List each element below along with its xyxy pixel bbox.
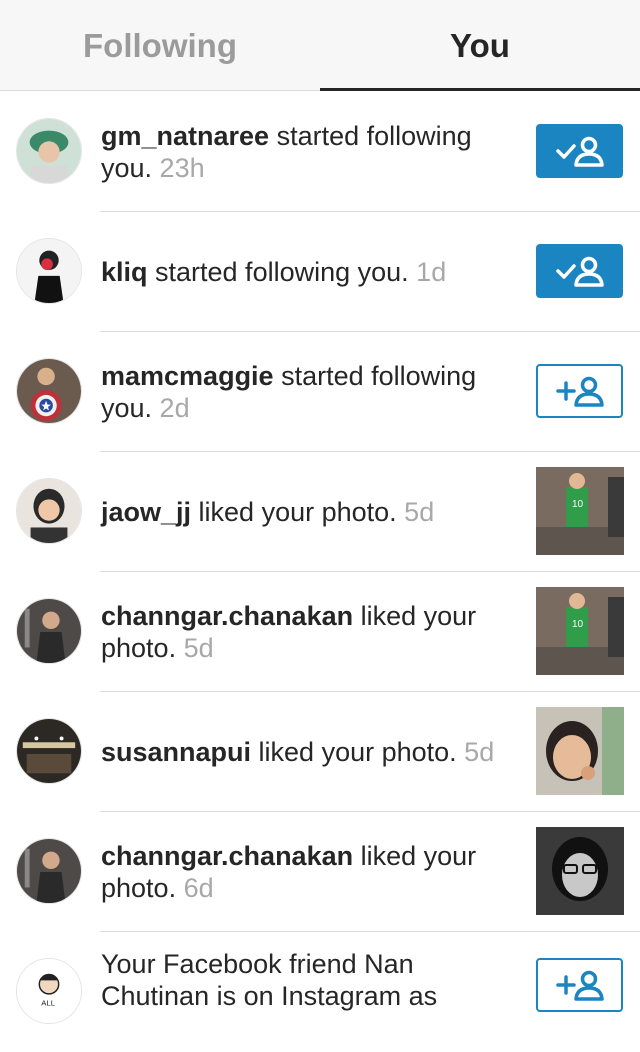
following-button[interactable] [536, 244, 623, 298]
notification-row[interactable]: kliq started following you. 1d [0, 212, 640, 332]
liked-photo-thumbnail[interactable]: 10 [536, 587, 624, 675]
person-plus-icon [555, 970, 604, 1001]
avatar-caption: ALL [41, 999, 55, 1008]
username-link[interactable]: susannapui [101, 737, 251, 767]
notification-row[interactable]: channgar.chanakan liked your photo. 6d [0, 812, 640, 932]
following-button[interactable] [536, 124, 623, 178]
username-link[interactable]: jaow_jj [101, 497, 191, 527]
avatar[interactable] [16, 478, 82, 544]
notification-text: channgar.chanakan liked your photo. 6d [101, 841, 477, 903]
liked-photo-thumbnail[interactable] [536, 827, 624, 915]
avatar[interactable] [16, 598, 82, 664]
timestamp: 5d [464, 737, 495, 767]
timestamp: 1d [416, 257, 447, 287]
avatar[interactable]: ALL [16, 958, 82, 1024]
notification-row[interactable]: mamcmaggie started following you. 2d [0, 332, 640, 452]
tab-you[interactable]: You [320, 0, 640, 91]
notification-text: jaow_jj liked your photo. 5d [101, 497, 435, 527]
notification-text: kliq started following you. 1d [101, 257, 447, 287]
follow-button[interactable] [536, 958, 623, 1012]
svg-text:10: 10 [572, 499, 584, 510]
timestamp: 6d [183, 873, 214, 903]
notification-row[interactable]: channgar.chanakan liked your photo. 5d 1… [0, 572, 640, 692]
avatar[interactable] [16, 238, 82, 304]
notification-text: Your Facebook friend Nan Chutinan is on … [101, 949, 438, 1011]
follow-button[interactable] [536, 364, 623, 418]
avatar[interactable] [16, 718, 82, 784]
username-link[interactable]: mamcmaggie [101, 361, 274, 391]
avatar[interactable] [16, 838, 82, 904]
notification-row[interactable]: susannapui liked your photo. 5d [0, 692, 640, 812]
person-plus-icon [555, 376, 604, 407]
timestamp: 5d [183, 633, 214, 663]
liked-photo-thumbnail[interactable]: 10 [536, 467, 624, 555]
tab-active-indicator [320, 88, 640, 91]
notification-list: gm_natnaree started following you. 23h k… [0, 92, 640, 1052]
avatar[interactable] [16, 358, 82, 424]
person-check-icon [555, 136, 604, 167]
username-link[interactable]: kliq [101, 257, 148, 287]
activity-tabs: Following You [0, 0, 640, 91]
notification-text: susannapui liked your photo. 5d [101, 737, 495, 767]
person-check-icon [555, 256, 604, 287]
notification-row[interactable]: jaow_jj liked your photo. 5d 10 [0, 452, 640, 572]
timestamp: 5d [404, 497, 435, 527]
username-link[interactable]: channgar.chanakan [101, 841, 353, 871]
notification-text: mamcmaggie started following you. 2d [101, 361, 477, 423]
notification-text: gm_natnaree started following you. 23h [101, 121, 472, 183]
svg-text:10: 10 [572, 619, 584, 630]
timestamp: 2d [159, 393, 190, 423]
tab-following[interactable]: Following [0, 0, 320, 91]
username-link[interactable]: gm_natnaree [101, 121, 269, 151]
timestamp: 23h [159, 153, 205, 183]
username-link[interactable]: channgar.chanakan [101, 601, 353, 631]
notification-row[interactable]: gm_natnaree started following you. 23h [0, 92, 640, 212]
notification-row[interactable]: ALL Your Facebook friend Nan Chutinan is… [0, 932, 640, 1052]
liked-photo-thumbnail[interactable] [536, 707, 624, 795]
notification-text: channgar.chanakan liked your photo. 5d [101, 601, 477, 663]
avatar[interactable] [16, 118, 82, 184]
